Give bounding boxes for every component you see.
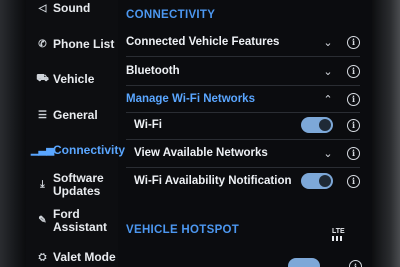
wifi-toggle[interactable] — [301, 117, 333, 133]
info-icon[interactable]: i — [347, 118, 360, 132]
settings-screen: ◁ Sound ✆ Phone List ⛟ Vehicle ☰ General… — [26, 0, 372, 267]
divider — [126, 56, 360, 57]
row-label: Connected Vehicle Features — [126, 36, 280, 48]
sidebar-item-label-line1: Ford — [53, 207, 80, 221]
bezel-right — [372, 0, 400, 267]
divider — [126, 85, 360, 86]
row-label: Wi-Fi — [134, 119, 162, 131]
row-label: Manage Wi-Fi Networks — [126, 93, 255, 105]
signal-bars-icon: ▁▃▅ — [30, 144, 55, 156]
sidebar-item-label: Valet Mode — [53, 250, 116, 264]
info-icon[interactable]: i — [347, 35, 360, 49]
wifi-availability-notification-toggle[interactable] — [301, 173, 333, 189]
info-icon[interactable]: i — [347, 174, 360, 188]
toggle-knob — [319, 175, 331, 187]
phone-icon: ✆ — [38, 38, 47, 50]
speaker-icon: ◁ — [38, 2, 47, 14]
info-icon[interactable]: i — [347, 146, 360, 160]
row-wifi-availability-notification: Wi-Fi Availability Notification i — [126, 169, 360, 193]
lte-badge: LTE — [332, 228, 345, 235]
info-icon[interactable]: i — [347, 92, 360, 106]
info-icon[interactable]: i — [347, 64, 360, 78]
sidebar-item-valet-mode[interactable]: ⛭ Valet Mode — [36, 250, 116, 264]
toggle-knob — [319, 119, 331, 131]
chevron-down-icon[interactable]: ⌄ — [321, 147, 335, 160]
row-connected-vehicle-features[interactable]: Connected Vehicle Features ⌄ i — [126, 30, 360, 54]
row-view-available-networks[interactable]: View Available Networks ⌄ i — [126, 141, 360, 165]
sidebar-item-label-line2: Assistant — [53, 220, 108, 234]
download-icon: ⤓ — [40, 179, 45, 190]
divider — [126, 167, 360, 168]
chevron-down-icon[interactable]: ⌄ — [321, 65, 335, 78]
chevron-down-icon[interactable]: ⌄ — [321, 36, 335, 49]
row-bluetooth[interactable]: Bluetooth ⌄ i — [126, 59, 360, 83]
sidebar-item-sound[interactable]: ◁ Sound — [36, 1, 91, 15]
hotspot-toggle[interactable] — [288, 258, 320, 267]
section-title-vehicle-hotspot: VEHICLE HOTSPOT — [126, 224, 240, 236]
sidebar-item-label: Connectivity — [53, 143, 126, 157]
bezel-left — [0, 0, 26, 267]
row-label: Wi-Fi Availability Notification — [134, 175, 292, 187]
sidebar-item-connectivity[interactable]: ▁▃▅ Connectivity — [30, 143, 126, 157]
sidebar-item-software-updates[interactable]: ⤓ Software Updates — [36, 172, 104, 198]
sidebar-item-label: Phone List — [53, 37, 115, 51]
row-label: Bluetooth — [126, 65, 180, 77]
settings-content: CONNECTIVITY Connected Vehicle Features … — [118, 0, 372, 267]
row-label: View Available Networks — [134, 147, 268, 159]
sidebar-item-label: Sound — [53, 1, 91, 15]
row-manage-wifi-networks[interactable]: Manage Wi-Fi Networks ⌃ i — [126, 87, 360, 111]
sidebar-item-label: Vehicle — [53, 72, 95, 86]
lte-signal-icon: LTE — [332, 228, 345, 241]
info-icon[interactable]: i — [349, 260, 362, 267]
chevron-up-icon[interactable]: ⌃ — [321, 93, 335, 106]
sidebar-item-phone-list[interactable]: ✆ Phone List — [36, 37, 114, 51]
car-icon: ⛟ — [36, 72, 49, 84]
sidebar-item-general[interactable]: ☰ General — [36, 108, 98, 122]
row-wifi: Wi-Fi i — [126, 113, 360, 137]
signal-bars — [332, 236, 344, 241]
divider — [126, 139, 360, 140]
valet-icon: ⛭ — [38, 251, 47, 263]
section-title-connectivity: CONNECTIVITY — [126, 9, 216, 21]
sidebar-item-vehicle[interactable]: ⛟ Vehicle — [36, 72, 94, 86]
sidebar-item-label: General — [53, 108, 98, 122]
sidebar-item-label: Ford Assistant — [53, 208, 107, 234]
sidebar-item-label: Software Updates — [53, 172, 104, 198]
sidebar-item-label-line2: Updates — [53, 184, 101, 198]
sliders-icon: ☰ — [38, 109, 47, 121]
assistant-icon: ✎ — [38, 215, 47, 226]
settings-sidebar: ◁ Sound ✆ Phone List ⛟ Vehicle ☰ General… — [26, 0, 125, 267]
sidebar-item-label-line1: Software — [53, 171, 104, 185]
sidebar-item-ford-assistant[interactable]: ✎ Ford Assistant — [36, 208, 107, 234]
